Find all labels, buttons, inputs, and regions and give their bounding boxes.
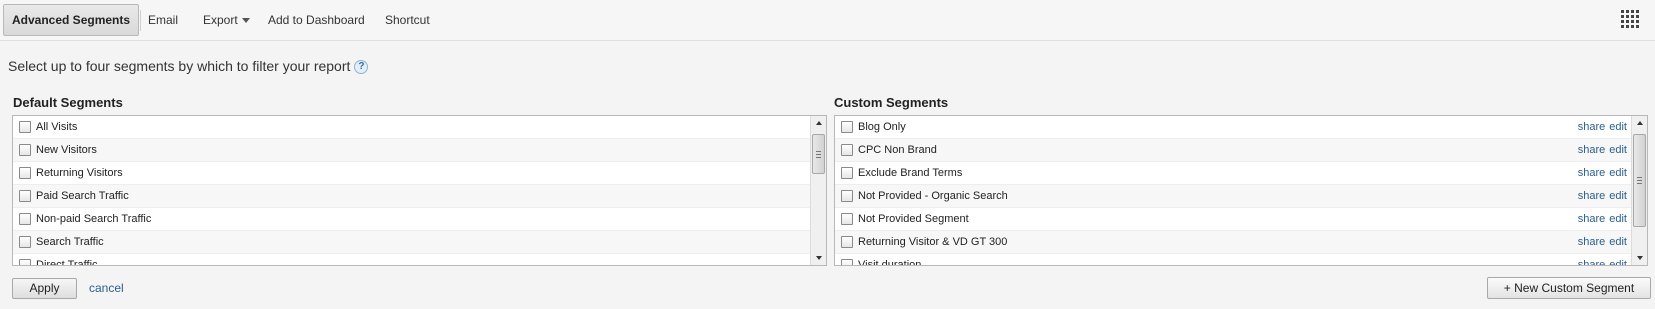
segment-row[interactable]: Non-paid Search Traffic — [13, 208, 810, 231]
segment-checkbox[interactable] — [841, 121, 853, 133]
custom-segments-scrollbar[interactable] — [1631, 116, 1647, 265]
segment-actions: share edit — [1574, 208, 1627, 231]
segment-row[interactable]: All Visits — [13, 116, 810, 139]
chevron-down-icon — [241, 18, 250, 24]
segment-row[interactable]: Not Provided - Organic Search share edit — [835, 185, 1631, 208]
segment-checkbox[interactable] — [841, 144, 853, 156]
custom-segments-rows: Blog Only share edit CPC Non Brand share edit… — [835, 116, 1631, 266]
shortcut-button[interactable]: Shortcut — [385, 12, 430, 28]
default-segments-rows: All Visits New Visitors Returning Visitors… — [13, 116, 810, 266]
segment-checkbox[interactable] — [19, 213, 31, 225]
segment-label: Blog Only — [858, 121, 906, 133]
segment-row[interactable]: Blog Only share edit — [835, 116, 1631, 139]
segment-label: New Visitors — [36, 144, 97, 156]
segment-actions: share edit — [1574, 162, 1627, 185]
segment-row[interactable]: Exclude Brand Terms share edit — [835, 162, 1631, 185]
segment-checkbox[interactable] — [19, 144, 31, 156]
instructions-label: Select up to four segments by which to f… — [8, 58, 351, 74]
segment-label: Not Provided Segment — [858, 213, 969, 225]
segment-row[interactable]: Returning Visitor & VD GT 300 share edit — [835, 231, 1631, 254]
edit-link[interactable]: edit — [1609, 236, 1627, 248]
edit-link[interactable]: edit — [1609, 121, 1627, 133]
segment-row[interactable]: Search Traffic — [13, 231, 810, 254]
segment-label: Not Provided - Organic Search — [858, 190, 1008, 202]
edit-link[interactable]: edit — [1609, 167, 1627, 179]
segment-checkbox[interactable] — [841, 259, 853, 265]
share-link[interactable]: share — [1578, 236, 1606, 248]
segment-checkbox[interactable] — [19, 190, 31, 202]
segment-actions: share edit — [1574, 254, 1627, 265]
share-link[interactable]: share — [1578, 167, 1606, 179]
toolbar-divider — [140, 10, 141, 31]
default-segments-list: All Visits New Visitors Returning Visitors… — [12, 115, 827, 266]
edit-link[interactable]: edit — [1609, 190, 1627, 202]
segment-row[interactable]: Returning Visitors — [13, 162, 810, 185]
share-link[interactable]: share — [1578, 213, 1606, 225]
default-segments-title: Default Segments — [13, 95, 123, 110]
add-to-dashboard-button[interactable]: Add to Dashboard — [268, 12, 365, 28]
segment-label: CPC Non Brand — [858, 144, 937, 156]
segment-checkbox[interactable] — [19, 259, 31, 265]
segment-checkbox[interactable] — [841, 167, 853, 179]
segment-checkbox[interactable] — [19, 167, 31, 179]
segment-row[interactable]: Not Provided Segment share edit — [835, 208, 1631, 231]
help-icon[interactable]: ? — [354, 60, 369, 75]
segment-checkbox[interactable] — [841, 190, 853, 202]
segment-row[interactable]: CPC Non Brand share edit — [835, 139, 1631, 162]
export-button[interactable]: Export — [203, 12, 250, 28]
segment-row[interactable]: Paid Search Traffic — [13, 185, 810, 208]
segment-label: Search Traffic — [36, 236, 104, 248]
segment-row[interactable]: Visit duration share edit — [835, 254, 1631, 266]
segment-label: All Visits — [36, 121, 78, 133]
email-button[interactable]: Email — [148, 12, 178, 28]
segment-actions: share edit — [1574, 116, 1627, 139]
segment-actions: share edit — [1574, 231, 1627, 254]
instructions-text: Select up to four segments by which to f… — [8, 57, 369, 75]
share-link[interactable]: share — [1578, 144, 1606, 156]
segment-label: Direct Traffic — [36, 259, 98, 266]
share-link[interactable]: share — [1578, 259, 1606, 265]
segment-label: Visit duration — [858, 259, 922, 266]
edit-link[interactable]: edit — [1609, 213, 1627, 225]
segment-label: Exclude Brand Terms — [858, 167, 963, 179]
share-link[interactable]: share — [1578, 121, 1606, 133]
scroll-thumb[interactable] — [812, 134, 825, 174]
advanced-segments-button[interactable]: Advanced Segments — [3, 4, 140, 36]
segment-label: Paid Search Traffic — [36, 190, 129, 202]
edit-link[interactable]: edit — [1609, 144, 1627, 156]
segment-row[interactable]: New Visitors — [13, 139, 810, 162]
segment-label: Non-paid Search Traffic — [36, 213, 152, 225]
custom-segments-list: Blog Only share edit CPC Non Brand share edit… — [834, 115, 1648, 266]
segment-row[interactable]: Direct Traffic — [13, 254, 810, 266]
segment-checkbox[interactable] — [19, 236, 31, 248]
default-segments-scrollbar[interactable] — [810, 116, 826, 265]
share-link[interactable]: share — [1578, 190, 1606, 202]
segment-label: Returning Visitor & VD GT 300 — [858, 236, 1008, 248]
segment-checkbox[interactable] — [19, 121, 31, 133]
custom-segments-title: Custom Segments — [834, 95, 949, 110]
segment-checkbox[interactable] — [841, 236, 853, 248]
scroll-up-icon[interactable] — [811, 116, 826, 130]
segment-actions: share edit — [1574, 185, 1627, 208]
scroll-thumb[interactable] — [1633, 134, 1646, 227]
export-label: Export — [203, 13, 238, 27]
cancel-link[interactable]: cancel — [89, 281, 124, 295]
apply-button[interactable]: Apply — [12, 278, 77, 299]
segment-label: Returning Visitors — [36, 167, 123, 179]
scroll-down-icon[interactable] — [811, 251, 826, 265]
scroll-down-icon[interactable] — [1632, 251, 1647, 265]
edit-link[interactable]: edit — [1609, 259, 1627, 265]
grid-icon[interactable] — [1620, 9, 1640, 29]
new-custom-segment-button[interactable]: + New Custom Segment — [1487, 277, 1651, 299]
report-toolbar: Advanced Segments Email Export Add to Da… — [0, 0, 1655, 41]
segment-actions: share edit — [1574, 139, 1627, 162]
segment-checkbox[interactable] — [841, 213, 853, 225]
scroll-up-icon[interactable] — [1632, 116, 1647, 130]
